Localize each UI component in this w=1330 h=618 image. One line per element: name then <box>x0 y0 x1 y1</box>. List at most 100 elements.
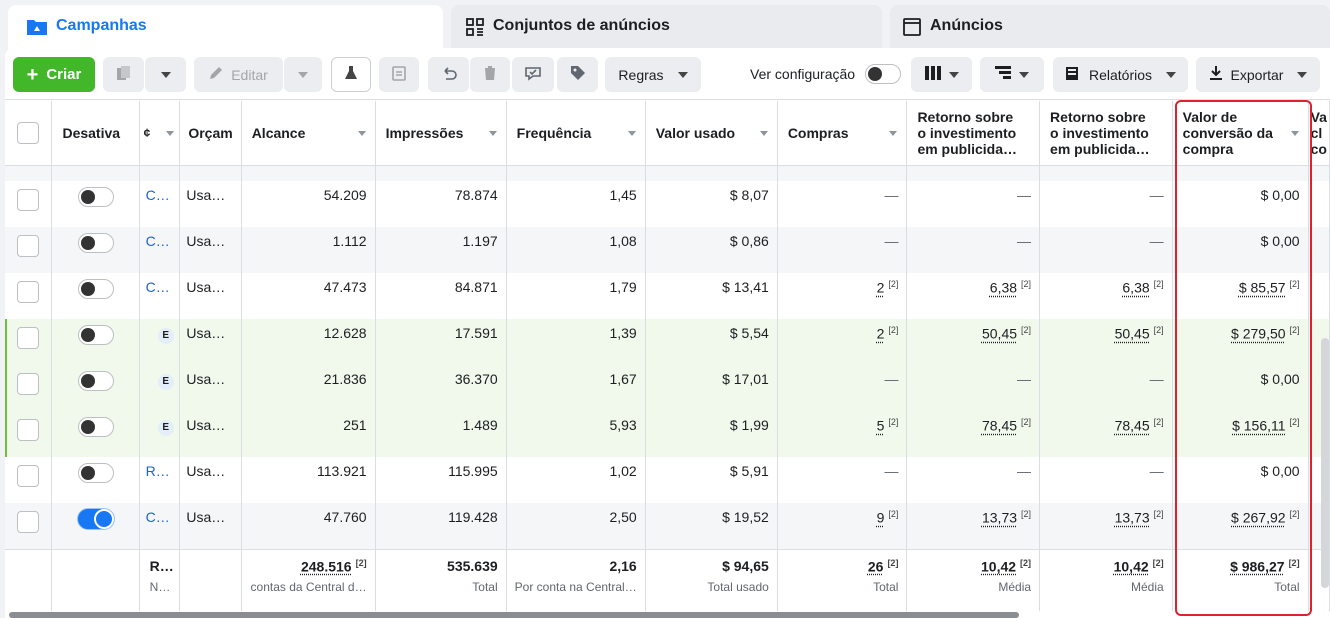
col-label: Valor de conversão da compra <box>1182 108 1273 157</box>
row-checkbox[interactable] <box>17 465 39 487</box>
purchases-cell: — <box>777 227 908 273</box>
metric-value[interactable]: $ 156,11 <box>1232 418 1285 434</box>
row-checkbox[interactable] <box>17 373 39 395</box>
campaign-name-link[interactable]: C… <box>146 279 170 295</box>
table-row[interactable]: E Usa… 21.836 36.370 1,67 $ 17,01 — — — $ 0,00 <box>5 365 1330 411</box>
col-header-reach[interactable]: Alcance <box>241 101 376 166</box>
grid-icon <box>465 17 485 37</box>
duplicate-dropdown-button[interactable] <box>145 57 186 92</box>
campaign-toggle[interactable] <box>78 279 115 299</box>
col-header-conversion-value[interactable]: Valor de conversão da compra <box>1172 101 1309 166</box>
col-header-roas-1[interactable]: Retorno sobre o investimento em publicid… <box>906 101 1041 166</box>
col-header-frequency[interactable]: Frequência <box>506 101 646 166</box>
table-row[interactable]: C… Usa… 47.760 119.428 2,50 $ 19,52 9 [2] 13,73[… <box>5 503 1330 549</box>
metric-value[interactable]: 2 <box>877 280 885 296</box>
col-header-purchases[interactable]: Compras <box>777 101 908 166</box>
total-number[interactable]: 26 <box>868 558 884 574</box>
row-checkbox[interactable] <box>17 189 39 211</box>
col-header-budget[interactable]: Orçam <box>179 101 242 166</box>
create-button[interactable]: + Criar <box>13 57 95 92</box>
col-label: Valor usado <box>655 124 736 141</box>
name-cell: C… <box>139 273 181 319</box>
metric-value: 47.473 <box>323 279 367 295</box>
metric-value[interactable]: $ 267,92 <box>1231 510 1286 526</box>
table-row[interactable]: E Usa… 251 1.489 5,93 $ 1,99 5 [2] 78,45 [2] 78,45… <box>5 411 1330 457</box>
row-checkbox[interactable] <box>17 327 39 349</box>
breakdown-button[interactable] <box>980 57 1044 92</box>
metric-value[interactable]: 9 <box>877 510 885 526</box>
campaign-name-link[interactable]: C… <box>146 509 170 525</box>
col-header-off-on[interactable]: Desativa <box>51 101 140 166</box>
toolbar: + Criar Editar Regras Ver configuração R… <box>5 48 1330 100</box>
campaign-toggle[interactable] <box>78 325 115 345</box>
campaign-name-link[interactable]: R… <box>146 463 170 479</box>
budget-cell: Usa… <box>179 227 242 273</box>
total-number[interactable]: 10,42 <box>1114 558 1149 574</box>
rules-button[interactable]: Regras <box>605 57 701 92</box>
metric-value[interactable]: 6,38 <box>1122 280 1149 296</box>
horizontal-scrollbar[interactable] <box>9 612 1019 618</box>
sort-icon <box>357 131 366 136</box>
table-row[interactable]: C… Usa… 54.209 78.874 1,45 $ 8,07 — — — $ 0,00 <box>5 181 1330 227</box>
footnote-mark: [2] <box>887 557 899 568</box>
metric-value[interactable]: 78,45 <box>982 418 1017 434</box>
total-number: 535.639 <box>447 557 498 574</box>
total-label: Por conta na Central… <box>514 579 637 594</box>
row-checkbox[interactable] <box>17 511 39 533</box>
total-number[interactable]: 248.516 <box>301 558 352 574</box>
view-config-toggle[interactable] <box>865 64 901 84</box>
row-checkbox[interactable] <box>17 419 39 441</box>
metric-value[interactable]: $ 85,57 <box>1239 280 1286 296</box>
row-checkbox[interactable] <box>17 235 39 257</box>
campaign-name-link[interactable]: C… <box>146 233 170 249</box>
campaign-toggle[interactable] <box>78 417 115 437</box>
footnote-mark: [2] <box>1021 417 1032 427</box>
table-row[interactable]: E Usa… 12.628 17.591 1,39 $ 5,54 2 [2] 50,45 [2] 5… <box>5 319 1330 365</box>
table-row[interactable]: R… Usa… 113.921 115.995 1,02 $ 5,91 — — — $ 0,00 <box>5 457 1330 503</box>
duplicate-button[interactable] <box>103 57 144 92</box>
col-header-roas-2[interactable]: Retorno sobre o investimento em publicid… <box>1039 101 1173 166</box>
edit-dropdown-button[interactable] <box>284 57 322 92</box>
metric-value[interactable]: 13,73 <box>1115 510 1150 526</box>
col-header-delivery[interactable]: ¢ <box>139 101 181 166</box>
campaign-toggle[interactable] <box>78 509 115 529</box>
select-all-checkbox[interactable] <box>17 121 39 144</box>
vertical-scrollbar[interactable] <box>1321 338 1329 588</box>
metric-value[interactable]: 6,38 <box>990 280 1017 296</box>
metric-value[interactable]: 2 <box>877 326 885 342</box>
campaign-toggle[interactable] <box>78 233 115 253</box>
total-reach-cell: 248.516 [2] contas da Central d… <box>241 548 376 611</box>
plus-icon: + <box>26 63 39 86</box>
delete-button[interactable] <box>470 57 510 92</box>
col-header-impressions[interactable]: Impressões <box>375 101 507 166</box>
undo-button[interactable] <box>428 57 469 92</box>
total-purchases-cell: 26 [2] Total <box>777 548 908 611</box>
metric-value[interactable]: 50,45 <box>982 326 1017 342</box>
table-row[interactable]: C… Usa… 47.473 84.871 1,79 $ 13,41 2 [2] 6,38 [2]… <box>5 273 1330 319</box>
metric-value[interactable]: 13,73 <box>982 510 1017 526</box>
metric-value[interactable]: 50,45 <box>1115 326 1150 342</box>
campaign-toggle[interactable] <box>78 187 115 207</box>
col-header-next[interactable]: Va cl co <box>1308 101 1330 166</box>
total-number[interactable]: 10,42 <box>981 558 1016 574</box>
export-button[interactable]: Exportar <box>1196 57 1320 92</box>
metric-value[interactable]: 78,45 <box>1115 418 1150 434</box>
campaign-name-link[interactable]: C… <box>146 187 170 203</box>
columns-button[interactable] <box>911 57 972 92</box>
metric-value[interactable]: 5 <box>877 418 885 434</box>
ab-test-button[interactable] <box>331 57 371 92</box>
metric-value[interactable]: $ 279,50 <box>1231 326 1286 342</box>
edit-button[interactable]: Editar <box>194 57 283 92</box>
metric-value: 36.370 <box>454 371 498 387</box>
roas-1-cell: 50,45 [2] <box>906 319 1041 365</box>
table-row[interactable]: C… Usa… 1.112 1.197 1,08 $ 0,86 — — — $ 0,00 <box>5 227 1330 273</box>
clipboard-button[interactable] <box>379 57 419 92</box>
row-checkbox[interactable] <box>17 281 39 303</box>
tag-button[interactable] <box>557 57 598 92</box>
campaign-toggle[interactable] <box>78 463 115 483</box>
reports-button[interactable]: Relatórios <box>1053 57 1188 92</box>
campaign-toggle[interactable] <box>78 371 115 391</box>
total-number[interactable]: $ 986,27 <box>1230 558 1285 574</box>
col-header-amount-spent[interactable]: Valor usado <box>645 101 778 166</box>
preview-button[interactable] <box>512 57 554 92</box>
